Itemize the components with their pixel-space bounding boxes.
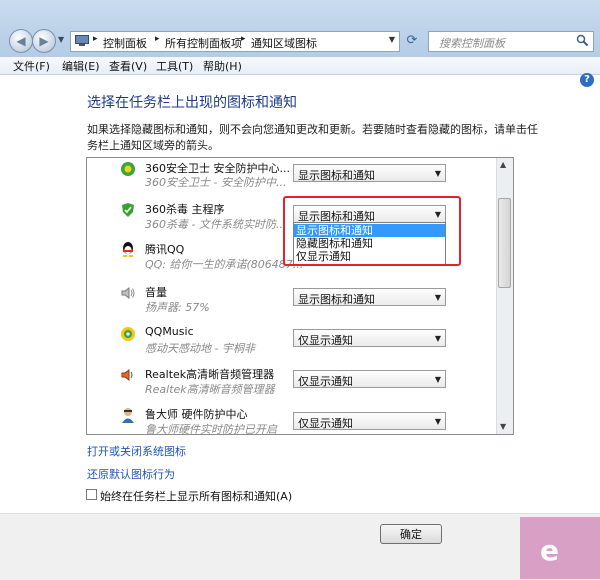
menu-help[interactable]: 帮助(H): [203, 58, 242, 74]
list-item: Realtek高清晰音频管理器 Realtek高清晰音频管理器 仅显示通知 ▼: [87, 362, 497, 402]
always-show-label: 始终在任务栏上显示所有图标和通知(A): [100, 490, 293, 503]
breadcrumb-separator-icon[interactable]: ▸: [241, 34, 246, 44]
row-subtitle: 鲁大师硬件实时防护已开启: [145, 423, 277, 435]
menu-view[interactable]: 查看(V): [109, 58, 147, 74]
search-placeholder: 搜索控制面板: [439, 37, 505, 50]
address-dropdown-icon[interactable]: ▼: [389, 35, 395, 44]
row-subtitle: Realtek高清晰音频管理器: [145, 383, 275, 396]
behavior-select-value: 显示图标和通知: [298, 293, 375, 306]
row-name: 鲁大师 硬件防护中心: [145, 408, 248, 421]
breadcrumb-separator-icon[interactable]: ▸: [155, 34, 160, 44]
behavior-select[interactable]: 仅显示通知 ▼: [293, 370, 446, 388]
row-subtitle: 360杀毒 - 文件系统实时防...: [145, 218, 287, 231]
row-name: QQMusic: [145, 325, 194, 338]
list-item: QQMusic 感动天感动地 - 宇桐非 仅显示通知 ▼: [87, 322, 497, 362]
forward-button[interactable]: ▶: [32, 29, 56, 53]
row-name: 360杀毒 主程序: [145, 203, 225, 216]
behavior-select-value: 显示图标和通知: [298, 169, 375, 182]
row-name: 音量: [145, 286, 167, 299]
360-safe-icon: [121, 162, 135, 176]
breadcrumb-separator-icon[interactable]: ▸: [93, 34, 98, 44]
always-show-checkbox[interactable]: [86, 489, 97, 500]
menu-tools[interactable]: 工具(T): [156, 58, 193, 74]
recent-pages-dropdown-icon[interactable]: ▼: [58, 35, 64, 44]
realtek-speaker-icon: [121, 369, 133, 381]
list-item: 360安全卫士 安全防护中心... 360安全卫士 - 安全防护中... 显示图…: [87, 158, 497, 198]
scrollbar-thumb[interactable]: [498, 198, 511, 288]
control-panel-icon: [75, 35, 89, 46]
behavior-select[interactable]: 仅显示通知 ▼: [293, 412, 446, 430]
page-description: 如果选择隐藏图标和通知，则不会向您通知更改和更新。若要随时查看隐藏的图标，请单击…: [87, 123, 538, 152]
scroll-down-icon[interactable]: ▼: [500, 422, 506, 431]
breadcrumb-notification-icons[interactable]: 通知区域图标: [251, 35, 317, 51]
row-subtitle: QQ: 给你一生的承诺(806487...: [145, 258, 304, 271]
row-name: 腾讯QQ: [145, 243, 185, 256]
behavior-select-value: 仅显示通知: [298, 334, 353, 347]
dropdown-option-notifications-only[interactable]: 仅显示通知: [294, 250, 445, 263]
list-item: 鲁大师 硬件防护中心 鲁大师硬件实时防护已开启 仅显示通知 ▼: [87, 402, 497, 435]
scroll-up-icon[interactable]: ▲: [500, 160, 506, 169]
menu-bar: 文件(F) 编辑(E) 查看(V) 工具(T) 帮助(H): [0, 57, 600, 75]
chevron-down-icon: ▼: [434, 375, 441, 384]
watermark-logo-icon: e: [540, 534, 559, 567]
search-icon[interactable]: [576, 34, 589, 47]
behavior-select[interactable]: 显示图标和通知 ▼: [293, 288, 446, 306]
page-title: 选择在任务栏上出现的图标和通知: [87, 95, 297, 111]
list-item: 音量 扬声器: 57% 显示图标和通知 ▼: [87, 280, 497, 320]
behavior-select[interactable]: 仅显示通知 ▼: [293, 329, 446, 347]
chevron-down-icon: ▼: [434, 169, 441, 178]
refresh-icon[interactable]: ⟳: [401, 31, 423, 50]
help-icon[interactable]: ?: [580, 73, 594, 87]
row-subtitle: 扬声器: 57%: [145, 301, 210, 314]
ludashi-icon: [122, 408, 134, 423]
search-input[interactable]: 搜索控制面板: [428, 31, 594, 52]
dropdown-option-show-all[interactable]: 显示图标和通知: [294, 224, 445, 237]
notification-icons-list[interactable]: 360安全卫士 安全防护中心... 360安全卫士 - 安全防护中... 显示图…: [86, 157, 514, 435]
breadcrumb-control-panel[interactable]: 控制面板: [103, 35, 147, 51]
chevron-down-icon: ▼: [434, 293, 441, 302]
address-bar[interactable]: ▸ 控制面板 ▸ 所有控制面板项 ▸ 通知区域图标 ▼: [70, 31, 400, 52]
row-subtitle: 感动天感动地 - 宇桐非: [145, 342, 255, 355]
row-subtitle: 360安全卫士 - 安全防护中...: [145, 176, 287, 189]
speaker-icon: [121, 287, 135, 299]
menu-edit[interactable]: 编辑(E): [62, 58, 100, 74]
dropdown-option-hide[interactable]: 隐藏图标和通知: [294, 237, 445, 250]
behavior-select[interactable]: 显示图标和通知 ▼: [293, 164, 446, 182]
behavior-dropdown-menu: 显示图标和通知 隐藏图标和通知 仅显示通知: [293, 222, 446, 265]
behavior-select-value: 仅显示通知: [298, 375, 353, 388]
behavior-select-value: 仅显示通知: [298, 417, 353, 430]
back-button[interactable]: ◀: [9, 29, 33, 53]
watermark-corner: [520, 517, 600, 579]
list-scrollbar[interactable]: ▲ ▼: [496, 158, 513, 434]
qq-icon: [122, 242, 134, 257]
360-antivirus-icon: [122, 203, 134, 217]
behavior-select[interactable]: 显示图标和通知 ▼: [293, 205, 446, 223]
menu-file[interactable]: 文件(F): [13, 58, 50, 74]
restore-defaults-link[interactable]: 还原默认图标行为: [87, 466, 175, 482]
toggle-system-icons-link[interactable]: 打开或关闭系统图标: [87, 443, 186, 459]
breadcrumb-all-items[interactable]: 所有控制面板项: [165, 35, 242, 51]
chevron-down-icon: ▼: [434, 417, 441, 426]
ok-button[interactable]: 确定: [380, 524, 442, 544]
chevron-down-icon: ▼: [434, 334, 441, 343]
qqmusic-icon: [121, 327, 135, 341]
chevron-down-icon: ▼: [434, 210, 441, 219]
row-name: Realtek高清晰音频管理器: [145, 368, 275, 381]
dialog-footer: [0, 513, 600, 580]
